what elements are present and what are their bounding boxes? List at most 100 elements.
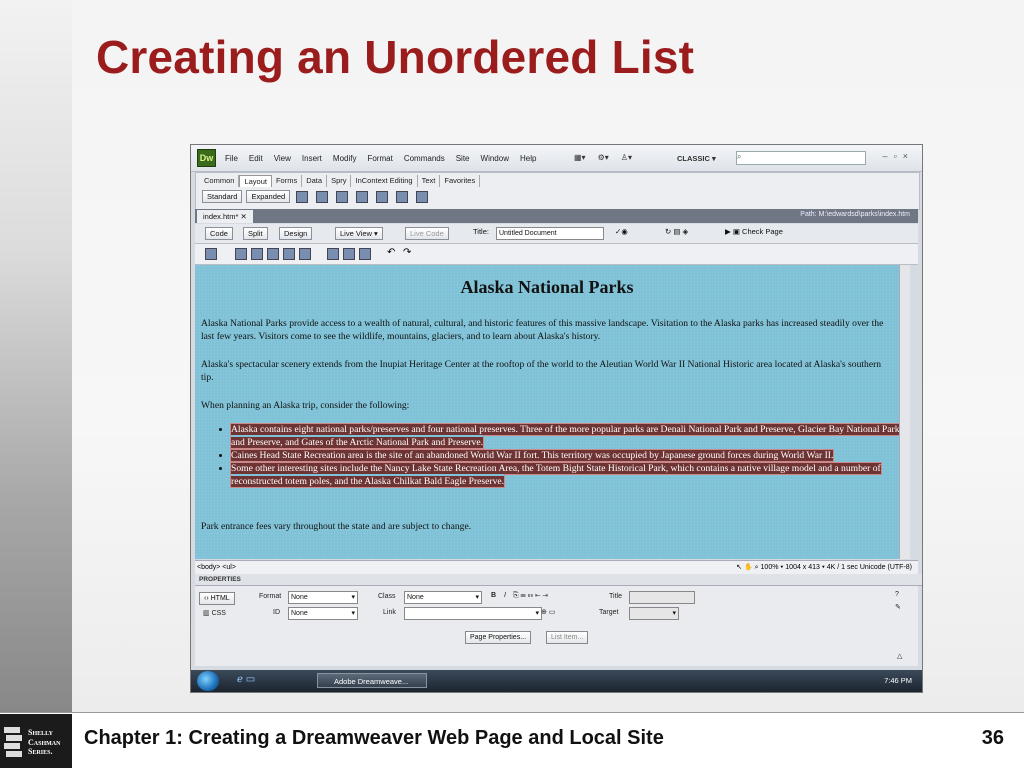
menu-insert[interactable]: Insert bbox=[302, 154, 322, 163]
menu-file[interactable]: File bbox=[225, 154, 238, 163]
collapse-icon[interactable]: △ bbox=[897, 652, 902, 660]
tab-data[interactable]: Data bbox=[302, 175, 328, 187]
split-view-button[interactable]: Split bbox=[243, 227, 268, 240]
tab-favorites[interactable]: Favorites bbox=[440, 175, 481, 187]
page-number: 36 bbox=[981, 727, 1004, 749]
select-tool-icon[interactable]: ↖ ✋ ⌕ bbox=[736, 564, 758, 571]
cut-icon[interactable] bbox=[327, 248, 339, 260]
start-button[interactable] bbox=[197, 671, 219, 691]
list-item[interactable]: Some other interesting sites include the… bbox=[230, 462, 899, 488]
code-view-button[interactable]: Code bbox=[205, 227, 233, 240]
check-page-button[interactable]: ▶ ▣ Check Page bbox=[725, 227, 783, 236]
title-input[interactable]: Untitled Document bbox=[496, 227, 604, 240]
help-icon[interactable]: ? bbox=[895, 591, 899, 598]
spry-menu-icon[interactable] bbox=[416, 190, 429, 203]
css-button[interactable]: ▥ CSS bbox=[203, 609, 226, 617]
search-input[interactable]: ⌕ bbox=[736, 151, 866, 165]
save-icon[interactable] bbox=[267, 248, 279, 260]
workspace-switcher[interactable]: CLASSIC ▾ bbox=[677, 154, 716, 163]
paragraph-4: Park entrance fees vary throughout the s… bbox=[201, 521, 472, 532]
browse-bridge-icon[interactable] bbox=[251, 248, 263, 260]
design-view[interactable]: Alaska National Parks Alaska National Pa… bbox=[195, 265, 899, 559]
design-view-button[interactable]: Design bbox=[279, 227, 313, 240]
document-tab[interactable]: index.htm* ✕ bbox=[197, 210, 253, 223]
menu-site[interactable]: Site bbox=[456, 154, 470, 163]
live-code-label: Live Code bbox=[410, 229, 444, 238]
row-icon[interactable] bbox=[356, 190, 369, 203]
div-icon[interactable] bbox=[296, 190, 309, 203]
live-view-button[interactable]: Live View ▾ bbox=[335, 227, 383, 240]
tab-forms[interactable]: Forms bbox=[272, 175, 303, 187]
tag-selector[interactable]: <body> <ul> bbox=[197, 561, 236, 574]
ie-icon[interactable]: ℯ ▭ bbox=[237, 674, 255, 685]
quick-tag-icon[interactable]: ✎ bbox=[895, 603, 901, 611]
document-tab-label: index.htm* bbox=[203, 212, 239, 221]
insert-tabs: Common Layout Forms Data Spry InContext … bbox=[200, 175, 481, 187]
css-label: CSS bbox=[211, 610, 226, 617]
paste-icon[interactable] bbox=[359, 248, 371, 260]
document-tab-bar: index.htm* ✕ Path: M:\edwardsd\parks\ind… bbox=[195, 209, 918, 223]
menu-edit[interactable]: Edit bbox=[249, 154, 263, 163]
close-icon[interactable]: ✕ bbox=[241, 212, 247, 221]
tab-incontext-editing[interactable]: InContext Editing bbox=[351, 175, 418, 187]
standard-button[interactable]: Standard bbox=[202, 190, 243, 203]
tab-spry[interactable]: Spry bbox=[327, 175, 352, 187]
menu-window[interactable]: Window bbox=[481, 154, 509, 163]
menu-format[interactable]: Format bbox=[367, 154, 392, 163]
list-item-text: Some other interesting sites include the… bbox=[230, 462, 882, 488]
title-field[interactable] bbox=[629, 591, 695, 604]
menu-commands[interactable]: Commands bbox=[404, 154, 445, 163]
expanded-button[interactable]: Expanded bbox=[246, 190, 291, 203]
copy-icon[interactable] bbox=[343, 248, 355, 260]
target-select[interactable]: ▾ bbox=[629, 607, 679, 620]
bold-icon[interactable]: B bbox=[491, 592, 496, 599]
menu-help[interactable]: Help bbox=[520, 154, 536, 163]
vertical-scrollbar[interactable] bbox=[899, 265, 910, 559]
status-bar: <body> <ul> ↖ ✋ ⌕ 100% ▾ 1004 x 413 ▾ 4K… bbox=[195, 560, 918, 574]
list-item[interactable]: Caines Head State Recreation area is the… bbox=[229, 449, 899, 462]
list-item-button[interactable]: List Item... bbox=[546, 631, 589, 644]
save-all-icon[interactable] bbox=[283, 248, 295, 260]
table-icon[interactable] bbox=[336, 190, 349, 203]
page-properties-button[interactable]: Page Properties... bbox=[465, 631, 532, 644]
gear-icon[interactable]: ⚙▾ bbox=[598, 153, 609, 162]
menu-view[interactable]: View bbox=[274, 154, 291, 163]
browse-folder-icon[interactable]: ⊕ ▭ bbox=[541, 608, 555, 616]
link-input[interactable]: ▾ bbox=[404, 607, 542, 620]
code-icon: ‹› bbox=[204, 595, 209, 602]
html-button[interactable]: ‹› HTML bbox=[199, 592, 235, 605]
class-select[interactable]: None ▾ bbox=[404, 591, 482, 604]
menu-modify[interactable]: Modify bbox=[333, 154, 357, 163]
class-value: None bbox=[407, 594, 424, 601]
print-icon[interactable] bbox=[299, 248, 311, 260]
redo-icon[interactable]: ↷ bbox=[403, 247, 411, 258]
window-controls[interactable]: –▫× bbox=[883, 151, 914, 161]
format-select[interactable]: None ▾ bbox=[288, 591, 358, 604]
refresh-icon[interactable]: ↻ ▤ ◈ bbox=[665, 227, 688, 236]
open-icon[interactable] bbox=[235, 248, 247, 260]
taskbar-dreamweaver[interactable]: Adobe Dreamweave... bbox=[317, 673, 427, 688]
tab-text[interactable]: Text bbox=[418, 175, 441, 187]
id-value: None bbox=[291, 610, 308, 617]
tab-common[interactable]: Common bbox=[200, 175, 240, 187]
validate-icon[interactable]: ✓◉ bbox=[615, 227, 628, 236]
id-select[interactable]: None ▾ bbox=[288, 607, 358, 620]
html-label: HTML bbox=[210, 595, 230, 602]
ap-div-icon[interactable] bbox=[316, 190, 329, 203]
list-item-text: Alaska contains eight national parks/pre… bbox=[230, 423, 899, 449]
undo-icon[interactable]: ↶ bbox=[387, 247, 395, 258]
list-icons[interactable]: ⎘ ☰ ☷ ⇤ ⇥ bbox=[513, 592, 548, 600]
column-icon[interactable] bbox=[376, 190, 389, 203]
layout-icon[interactable]: ▦▾ bbox=[574, 153, 586, 162]
check-page-label: Check Page bbox=[742, 227, 783, 236]
tab-layout[interactable]: Layout bbox=[239, 175, 272, 187]
list-item[interactable]: Alaska contains eight national parks/pre… bbox=[230, 423, 899, 449]
italic-icon[interactable]: I bbox=[504, 592, 506, 599]
frames-icon[interactable] bbox=[396, 190, 409, 203]
live-code-button[interactable]: Live Code bbox=[405, 227, 449, 240]
properties-header[interactable]: PROPERTIES bbox=[195, 574, 922, 586]
zoom-select[interactable]: 100% bbox=[761, 564, 779, 571]
new-icon[interactable] bbox=[205, 248, 217, 260]
window-size[interactable]: 1004 x 413 bbox=[785, 564, 820, 571]
site-icon[interactable]: ♙▾ bbox=[621, 153, 632, 162]
